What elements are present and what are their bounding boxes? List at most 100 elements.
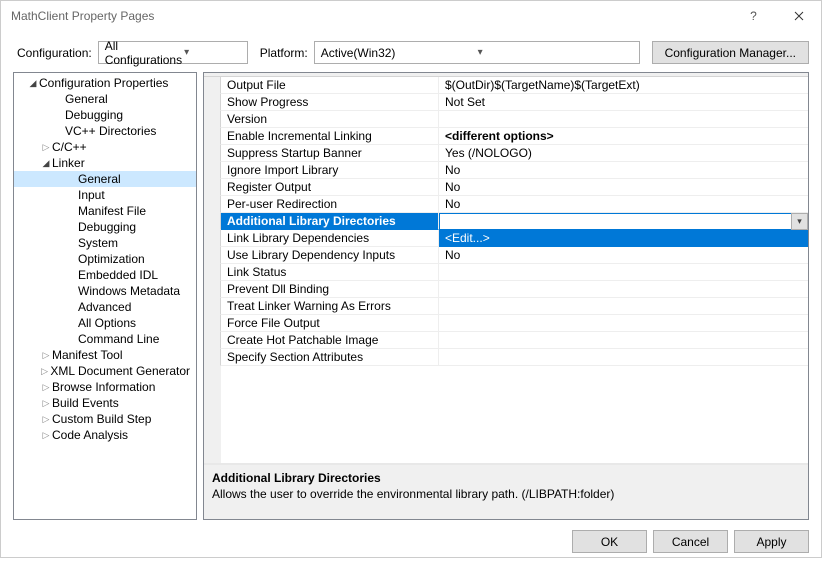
property-value[interactable] (439, 332, 808, 349)
property-row[interactable]: Register OutputNo (204, 179, 808, 196)
property-name: Link Library Dependencies (221, 230, 439, 247)
tree-arrow-expanded-icon[interactable]: ◢ (40, 158, 52, 169)
tree-item[interactable]: ▷Manifest Tool (14, 347, 196, 363)
property-value[interactable] (439, 111, 808, 128)
property-row[interactable]: Additional Library Directories▾ (204, 213, 808, 230)
tree-item[interactable]: ▷C/C++ (14, 139, 196, 155)
property-row-gutter (204, 128, 221, 145)
description-pane: Additional Library Directories Allows th… (204, 463, 808, 519)
tree-item[interactable]: ▷XML Document Generator (14, 363, 196, 379)
tree-arrow-collapsed-icon[interactable]: ▷ (39, 366, 50, 377)
property-value[interactable]: Yes (/NOLOGO) (439, 145, 808, 162)
property-tree[interactable]: ◢Configuration PropertiesGeneralDebuggin… (13, 72, 197, 520)
tree-item[interactable]: ◢Configuration Properties (14, 75, 196, 91)
property-dropdown-button[interactable]: ▾ (791, 213, 808, 230)
property-name: Ignore Import Library (221, 162, 439, 179)
property-value[interactable] (439, 213, 791, 230)
ok-button[interactable]: OK (572, 530, 647, 553)
property-row[interactable]: Link Status (204, 264, 808, 281)
platform-label: Platform: (260, 46, 308, 60)
help-button[interactable]: ? (731, 1, 776, 31)
property-value[interactable]: <Edit...> (439, 230, 808, 247)
property-row[interactable]: Show ProgressNot Set (204, 94, 808, 111)
property-name: Register Output (221, 179, 439, 196)
tree-item[interactable]: Windows Metadata (14, 283, 196, 299)
tree-item[interactable]: ▷Browse Information (14, 379, 196, 395)
platform-combo[interactable]: Active(Win32) ▾ (314, 41, 640, 64)
property-row-gutter (204, 162, 221, 179)
property-value[interactable]: No (439, 162, 808, 179)
tree-item[interactable]: Advanced (14, 299, 196, 315)
tree-item[interactable]: VC++ Directories (14, 123, 196, 139)
property-row-gutter (204, 94, 221, 111)
tree-item[interactable]: Debugging (14, 219, 196, 235)
property-name: Prevent Dll Binding (221, 281, 439, 298)
tree-item[interactable]: Input (14, 187, 196, 203)
property-row[interactable]: Create Hot Patchable Image (204, 332, 808, 349)
tree-item[interactable]: System (14, 235, 196, 251)
configuration-combo[interactable]: All Configurations ▾ (98, 41, 248, 64)
property-row[interactable]: Enable Incremental Linking<different opt… (204, 128, 808, 145)
property-value[interactable]: No (439, 247, 808, 264)
tree-item[interactable]: Debugging (14, 107, 196, 123)
property-name: Show Progress (221, 94, 439, 111)
property-grid-spacer (204, 366, 808, 463)
tree-item-label: Custom Build Step (52, 412, 151, 426)
tree-arrow-collapsed-icon[interactable]: ▷ (40, 382, 52, 393)
property-row[interactable]: Specify Section Attributes (204, 349, 808, 366)
property-row-gutter (204, 77, 221, 94)
tree-item[interactable]: Manifest File (14, 203, 196, 219)
property-row[interactable]: Per-user RedirectionNo (204, 196, 808, 213)
tree-arrow-collapsed-icon[interactable]: ▷ (40, 430, 52, 441)
property-value[interactable] (439, 349, 808, 366)
configuration-manager-button[interactable]: Configuration Manager... (652, 41, 809, 64)
tree-item-label: C/C++ (52, 140, 87, 154)
tree-arrow-expanded-icon[interactable]: ◢ (27, 78, 39, 89)
property-value[interactable]: $(OutDir)$(TargetName)$(TargetExt) (439, 77, 808, 94)
property-value[interactable] (439, 281, 808, 298)
tree-item[interactable]: Command Line (14, 331, 196, 347)
tree-item[interactable]: ◢Linker (14, 155, 196, 171)
property-value[interactable]: No (439, 179, 808, 196)
tree-item[interactable]: General (14, 91, 196, 107)
property-row[interactable]: Use Library Dependency InputsNo (204, 247, 808, 264)
cancel-button[interactable]: Cancel (653, 530, 728, 553)
tree-arrow-collapsed-icon[interactable]: ▷ (40, 414, 52, 425)
tree-item[interactable]: ▷Build Events (14, 395, 196, 411)
chevron-down-icon: ▾ (476, 47, 635, 58)
property-grid[interactable]: Output File$(OutDir)$(TargetName)$(Targe… (204, 77, 808, 463)
property-row[interactable]: Output File$(OutDir)$(TargetName)$(Targe… (204, 77, 808, 94)
property-row[interactable]: Prevent Dll Binding (204, 281, 808, 298)
property-value[interactable]: <different options> (439, 128, 808, 145)
property-value[interactable] (439, 264, 808, 281)
tree-arrow-collapsed-icon[interactable]: ▷ (40, 398, 52, 409)
property-row-gutter (204, 281, 221, 298)
tree-item[interactable]: General (14, 171, 196, 187)
tree-item[interactable]: Embedded IDL (14, 267, 196, 283)
property-value[interactable]: Not Set (439, 94, 808, 111)
tree-arrow-collapsed-icon[interactable]: ▷ (40, 350, 52, 361)
property-value[interactable] (439, 298, 808, 315)
chevron-down-icon: ▾ (182, 47, 243, 58)
tree-item[interactable]: ▷Custom Build Step (14, 411, 196, 427)
property-row[interactable]: Suppress Startup BannerYes (/NOLOGO) (204, 145, 808, 162)
property-name: Create Hot Patchable Image (221, 332, 439, 349)
apply-button[interactable]: Apply (734, 530, 809, 553)
tree-arrow-collapsed-icon[interactable]: ▷ (40, 142, 52, 153)
close-button[interactable] (776, 1, 821, 31)
configuration-row: Configuration: All Configurations ▾ Plat… (1, 31, 821, 72)
property-row-gutter (204, 247, 221, 264)
property-row[interactable]: Force File Output (204, 315, 808, 332)
tree-item[interactable]: All Options (14, 315, 196, 331)
property-row[interactable]: Ignore Import LibraryNo (204, 162, 808, 179)
property-row[interactable]: Treat Linker Warning As Errors (204, 298, 808, 315)
property-value[interactable]: No (439, 196, 808, 213)
tree-item[interactable]: ▷Code Analysis (14, 427, 196, 443)
tree-item-label: Linker (52, 156, 85, 170)
property-row[interactable]: Link Library Dependencies<Edit...> (204, 230, 808, 247)
tree-item[interactable]: Optimization (14, 251, 196, 267)
property-name: Output File (221, 77, 439, 94)
property-name: Treat Linker Warning As Errors (221, 298, 439, 315)
property-value[interactable] (439, 315, 808, 332)
property-row[interactable]: Version (204, 111, 808, 128)
